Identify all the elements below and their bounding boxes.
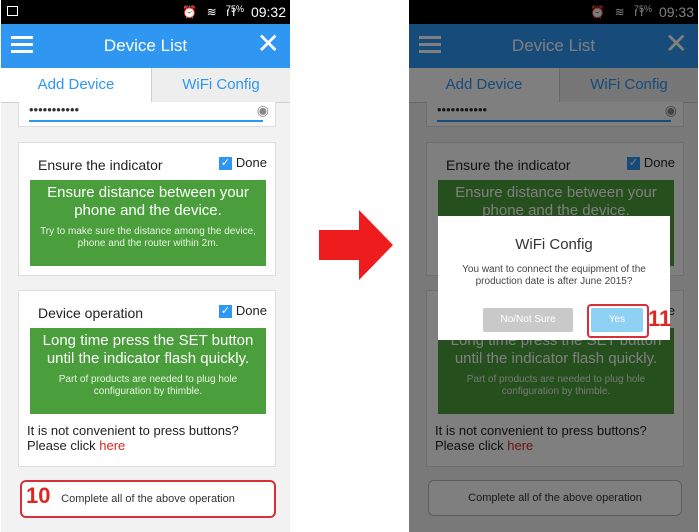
done-label: Done — [235, 303, 267, 318]
instruction-main: Long time press the SET button until the… — [42, 332, 254, 367]
phone-screen-after: ⏰ ≋ ıl 75% 09:33 Device List ✕ Add Devic… — [409, 0, 698, 532]
no-not-sure-button[interactable]: No/Not Sure — [483, 308, 573, 332]
dialog-title: WiFi Config — [515, 236, 593, 253]
step-number: 11 — [648, 306, 672, 331]
checkmark-icon: ✓ — [218, 305, 232, 319]
device-operation-card: Device operation ✓Done Long time press t… — [18, 290, 276, 467]
operation-done-checkbox[interactable]: ✓Done — [218, 303, 267, 319]
password-card: ••••••••••• ◉ — [18, 102, 276, 127]
arrow-right-icon — [319, 210, 393, 280]
yes-button[interactable]: Yes — [591, 308, 643, 332]
tab-wifi-config[interactable]: WiFi Config — [152, 68, 290, 102]
phone-screen-before: ⏰ ≋ ıl 75% 09:32 Device List ✕ Add Devic… — [1, 0, 290, 532]
instruction-detail: Part of products are needed to plug hole… — [58, 374, 238, 397]
close-icon[interactable]: ✕ — [257, 30, 280, 58]
indicator-done-checkbox[interactable]: ✓Done — [218, 155, 267, 171]
complete-operation-button[interactable]: Complete all of the above operation — [20, 480, 276, 518]
dialog-message: You want to connect the equipment of the… — [462, 264, 646, 287]
here-link[interactable]: here — [99, 438, 125, 453]
page-title: Device List — [103, 36, 188, 55]
wifi-config-dialog: WiFi Config You want to connect the equi… — [438, 216, 672, 340]
indicator-instructions: Ensure distance between your phone and t… — [30, 180, 266, 266]
instruction-main: Ensure distance between your phone and t… — [47, 184, 249, 219]
tab-bar: Add Device WiFi Config — [1, 68, 290, 103]
status-bar: ⏰ ≋ ıl 75% 09:32 — [1, 0, 290, 24]
notification-icon — [7, 6, 18, 16]
indicator-title: Ensure the indicator — [38, 157, 163, 173]
battery-percent: 75% — [225, 4, 244, 14]
checkmark-icon: ✓ — [218, 157, 232, 171]
done-label: Done — [235, 155, 267, 170]
password-input[interactable]: ••••••••••• — [29, 102, 263, 122]
instruction-detail: Try to make sure the distance among the … — [40, 226, 256, 249]
tab-add-device[interactable]: Add Device — [1, 68, 152, 102]
help-question: It is not convenient to press buttons? — [27, 423, 239, 438]
app-bar: Device List ✕ — [1, 24, 290, 68]
help-prompt: Please click — [27, 438, 100, 453]
operation-title: Device operation — [38, 305, 144, 321]
indicator-card: Ensure the indicator ✓Done Ensure distan… — [18, 142, 276, 276]
eye-icon[interactable]: ◉ — [257, 102, 269, 119]
button-help-text: It is not convenient to press buttons? P… — [27, 423, 239, 453]
operation-instructions: Long time press the SET button until the… — [30, 328, 266, 414]
clock: 09:32 — [250, 4, 286, 20]
step-number: 10 — [26, 483, 51, 508]
